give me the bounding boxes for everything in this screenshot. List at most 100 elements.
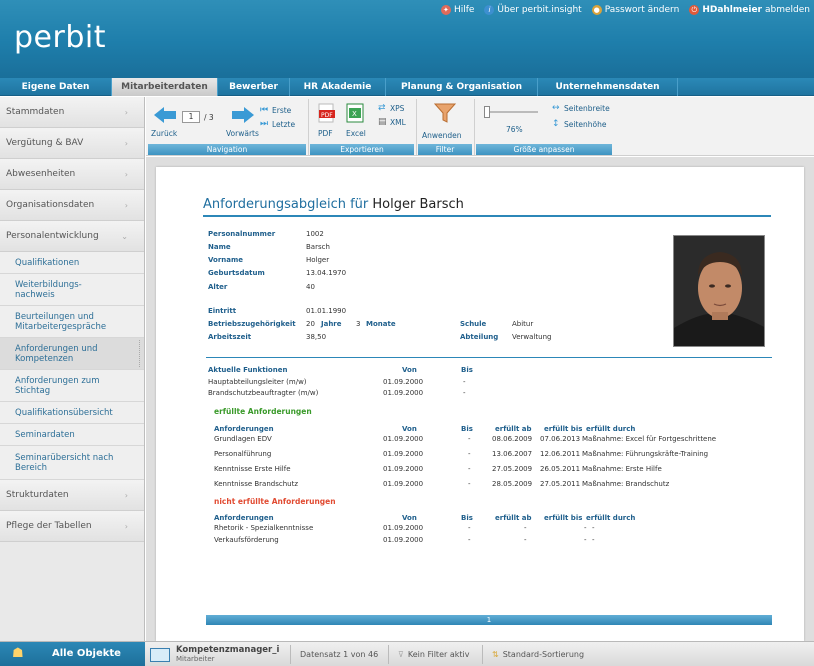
back-arrow-icon[interactable] xyxy=(154,107,176,123)
field-label: Betriebszugehörigkeit xyxy=(208,320,296,328)
xps-icon[interactable]: ⇄ xyxy=(378,103,386,113)
requirement-fulfilled-from: 27.05.2009 xyxy=(492,465,533,473)
sidebar-item-verguetung[interactable]: Vergütung & BAV › xyxy=(0,128,144,159)
resize-grip[interactable] xyxy=(138,340,140,367)
column-header: Anforderungen xyxy=(214,514,274,522)
page-number-input[interactable]: 1 xyxy=(182,111,200,123)
sort-status-label: Standard-Sortierung xyxy=(502,650,585,659)
requirement-fulfilled-from: 13.06.2007 xyxy=(492,450,533,458)
page-total: / 3 xyxy=(204,113,214,122)
field-label: Monate xyxy=(366,320,396,328)
field-value: 01.01.1990 xyxy=(306,307,347,315)
first-page-label[interactable]: Erste xyxy=(272,106,291,115)
zoom-slider-track[interactable] xyxy=(484,111,538,113)
field-label: Abteilung xyxy=(460,333,499,341)
excel-icon[interactable]: X xyxy=(346,103,364,123)
field-label: Schule xyxy=(460,320,487,328)
chevron-right-icon: › xyxy=(124,138,128,148)
pdf-label[interactable]: PDF xyxy=(318,129,333,138)
field-label: Arbeitszeit xyxy=(208,333,252,341)
field-value: 20 xyxy=(306,320,315,328)
sidebar-subitem-anforderungen-kompetenzen[interactable]: Anforderungen und Kompetenzen xyxy=(0,338,144,370)
field-label: Name xyxy=(208,243,231,251)
tab-planung-organisation[interactable]: Planung & Organisation xyxy=(386,78,538,96)
pdf-icon[interactable]: PDF xyxy=(318,103,336,123)
portrait-image xyxy=(674,236,764,346)
sidebar-item-pflege-tabellen[interactable]: Pflege der Tabellen › xyxy=(0,511,144,542)
report-page-indicator: 1 xyxy=(206,615,772,625)
filter-apply-label[interactable]: Anwenden xyxy=(422,131,462,140)
field-value: 13.04.1970 xyxy=(306,269,347,277)
requirement-name: Kenntnisse Brandschutz xyxy=(214,480,299,488)
sidebar-item-personalentwicklung[interactable]: Personalentwicklung ⌄ xyxy=(0,221,144,252)
requirement-fulfilled-from: 28.05.2009 xyxy=(492,480,533,488)
page-width-icon[interactable]: ↔ xyxy=(552,103,560,113)
xml-icon[interactable]: ▤ xyxy=(378,117,387,127)
column-header: erfüllt bis xyxy=(544,425,583,433)
sidebar-item-organisationsdaten[interactable]: Organisationsdaten › xyxy=(0,190,144,221)
last-page-icon[interactable]: ⏭ xyxy=(260,119,268,129)
sidebar-subitem-beurteilungen[interactable]: Beurteilungen und Mitarbeitergespräche xyxy=(0,306,144,338)
info-icon: i xyxy=(484,5,495,15)
tab-unternehmensdaten[interactable]: Unternehmensdaten xyxy=(538,78,678,96)
sidebar-subitem-qualifikationen[interactable]: Qualifikationen xyxy=(0,252,144,274)
xps-label[interactable]: XPS xyxy=(390,104,404,113)
filter-funnel-icon[interactable] xyxy=(434,102,456,124)
tab-mitarbeiterdaten[interactable]: Mitarbeiterdaten xyxy=(112,78,218,96)
logout-link[interactable]: ⏻ HDahlmeier abmelden xyxy=(689,5,810,15)
column-header: Bis xyxy=(461,425,473,433)
filter-status[interactable]: ⊽ Kein Filter aktiv xyxy=(398,642,469,666)
logout-label: abmelden xyxy=(765,5,810,15)
sidebar-subitem-label: Seminardaten xyxy=(15,429,75,440)
requirement-fulfilled-until: 12.06.2011 xyxy=(540,450,581,458)
last-page-label[interactable]: Letzte xyxy=(272,120,295,129)
column-header: Bis xyxy=(461,514,473,522)
people-icon: ☗ xyxy=(12,646,24,661)
requirement-bis: - xyxy=(468,465,471,473)
page-height-label[interactable]: Seitenhöhe xyxy=(564,120,606,129)
back-label[interactable]: Zurück xyxy=(151,129,177,138)
password-label: Passwort ändern xyxy=(604,5,680,15)
sidebar-subitem-weiterbildungsnachweis[interactable]: Weiterbildungs-nachweis xyxy=(0,274,144,306)
requirement-name: Rhetorik - Spezialkenntnisse xyxy=(214,524,314,532)
help-link[interactable]: ✦ Hilfe xyxy=(440,5,474,15)
chevron-down-icon: ⌄ xyxy=(121,231,128,241)
report-page: Anforderungsabgleich für Holger Barsch P… xyxy=(156,167,804,641)
requirement-bis: - xyxy=(468,524,471,532)
excel-label[interactable]: Excel xyxy=(346,129,366,138)
password-link[interactable]: ● Passwort ändern xyxy=(591,5,680,15)
sidebar-item-abwesenheiten[interactable]: Abwesenheiten › xyxy=(0,159,144,190)
all-objects-label: Alle Objekte xyxy=(52,648,121,659)
sidebar-subitem-label: Anforderungen und Kompetenzen xyxy=(15,343,98,364)
sort-status[interactable]: ⇅ Standard-Sortierung xyxy=(492,642,584,666)
page-width-label[interactable]: Seitenbreite xyxy=(564,104,610,113)
zoom-slider-thumb[interactable] xyxy=(484,106,490,118)
about-link[interactable]: i Über perbit.insight xyxy=(484,5,582,15)
sidebar-subitem-qualifikationsuebersicht[interactable]: Qualifikationsübersicht xyxy=(0,402,144,424)
forward-label[interactable]: Vorwärts xyxy=(226,129,259,138)
sidebar-item-label: Vergütung & BAV xyxy=(6,138,84,148)
tab-hr-akademie[interactable]: HR Akademie xyxy=(290,78,386,96)
sidebar-item-stammdaten[interactable]: Stammdaten › xyxy=(0,97,144,128)
first-page-icon[interactable]: ⏮ xyxy=(260,105,268,115)
tab-eigene-daten[interactable]: Eigene Daten xyxy=(0,78,112,96)
status-bar: ☗ Alle Objekte Kompetenzmanager_i Mitarb… xyxy=(0,641,814,666)
requirement-fulfilled-by: Maßnahme: Excel für Fortgeschrittene xyxy=(582,435,717,443)
module-subtitle: Mitarbeiter xyxy=(176,654,215,663)
function-bis: - xyxy=(463,389,466,397)
page-height-icon[interactable]: ↕ xyxy=(552,119,560,129)
xml-label[interactable]: XML xyxy=(390,118,406,127)
report-toolbar: Zurück 1 / 3 Vorwärts ⏮ Erste ⏭ Letzte N… xyxy=(146,97,814,156)
sidebar-subitem-anforderungen-stichtag[interactable]: Anforderungen zum Stichtag xyxy=(0,370,144,402)
field-label: Personalnummer xyxy=(208,230,276,238)
all-objects-button[interactable]: ☗ Alle Objekte xyxy=(0,642,145,666)
requirement-von: 01.09.2000 xyxy=(383,435,424,443)
sidebar-subitem-seminaruebersicht[interactable]: Seminarübersicht nach Bereich xyxy=(0,446,144,480)
sidebar-item-strukturdaten[interactable]: Strukturdaten › xyxy=(0,480,144,511)
tab-bewerber[interactable]: Bewerber xyxy=(218,78,290,96)
requirement-fulfilled-from: 08.06.2009 xyxy=(492,435,533,443)
sidebar-subitem-seminardaten[interactable]: Seminardaten xyxy=(0,424,144,446)
toolbar-group-label: Navigation xyxy=(148,144,306,155)
forward-arrow-icon[interactable] xyxy=(232,107,254,123)
sidebar-item-label: Organisationsdaten xyxy=(6,200,95,210)
